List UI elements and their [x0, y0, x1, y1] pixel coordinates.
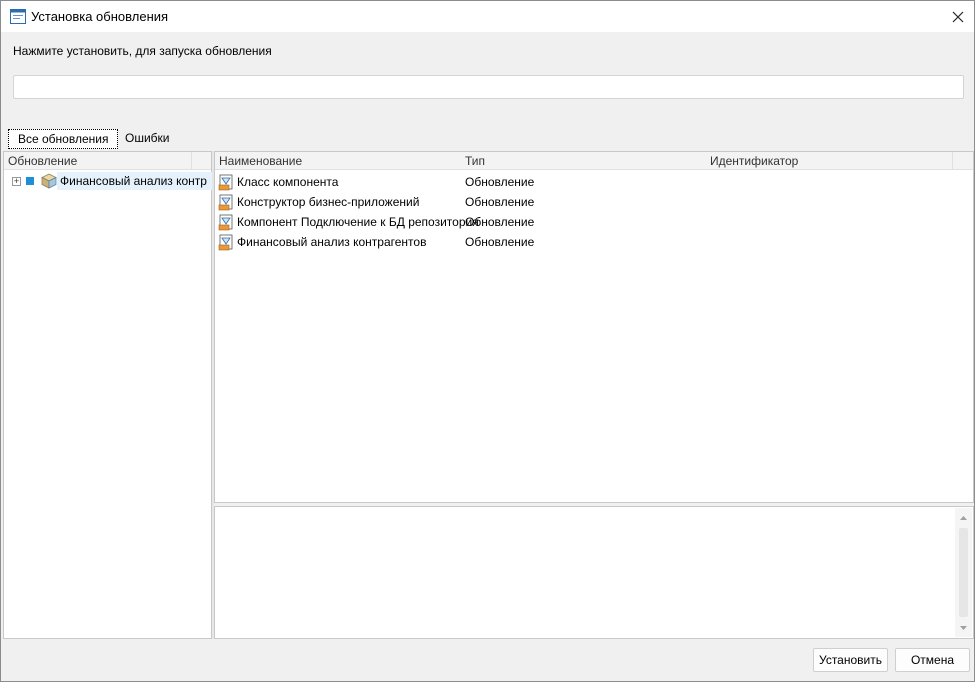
tab-all-updates[interactable]: Все обновления [8, 129, 119, 149]
component-icon [218, 174, 233, 191]
column-header-label: Тип [465, 154, 486, 168]
tree-item-label: Финансовый анализ контр [57, 172, 213, 190]
arrow-up-icon [960, 515, 967, 520]
column-header-filler [191, 152, 211, 170]
close-button[interactable] [942, 1, 974, 32]
cancel-button[interactable]: Отмена [895, 648, 970, 672]
scroll-track[interactable] [959, 528, 968, 617]
update-tree: Обновление + Финансовый анализ контр [3, 151, 213, 639]
update-install-dialog: Установка обновления Нажмите установить,… [0, 0, 975, 682]
column-header-label: Наименование [219, 154, 303, 168]
progress-bar [13, 75, 964, 99]
list-item[interactable]: Финансовый анализ контрагентов Обновлени… [215, 232, 955, 252]
list-item[interactable]: Класс компонента Обновление [215, 172, 955, 192]
status-square-icon [26, 177, 34, 185]
cell-type: Обновление [465, 215, 535, 229]
cell-name: Конструктор бизнес-приложений [237, 195, 420, 209]
scroll-down-button[interactable] [955, 619, 972, 636]
tree-item[interactable]: + Финансовый анализ контр [8, 172, 213, 190]
window-icon [10, 9, 26, 24]
title-bar: Установка обновления [1, 1, 974, 32]
vertical-scrollbar[interactable] [955, 508, 972, 637]
cell-name: Класс компонента [237, 175, 339, 189]
arrow-down-icon [960, 625, 967, 630]
instruction-text: Нажмите установить, для запуска обновлен… [13, 44, 272, 58]
cell-name: Компонент Подключение к БД репозитория [237, 215, 479, 229]
list-item[interactable]: Конструктор бизнес-приложений Обновление [215, 192, 955, 212]
column-header-type[interactable]: Тип [461, 152, 706, 170]
cell-type: Обновление [465, 175, 535, 189]
install-button[interactable]: Установить [813, 648, 888, 672]
column-header-name[interactable]: Наименование [215, 152, 461, 170]
details-panel[interactable] [214, 506, 974, 639]
expand-plus-icon[interactable]: + [12, 177, 21, 186]
cell-type: Обновление [465, 235, 535, 249]
component-icon [218, 214, 233, 231]
scroll-up-button[interactable] [955, 509, 972, 526]
package-cube-icon [41, 173, 57, 189]
component-icon [218, 194, 233, 211]
component-icon [218, 234, 233, 251]
column-header-update[interactable]: Обновление [4, 152, 191, 170]
close-icon [952, 11, 964, 22]
column-header-label: Идентификатор [710, 154, 799, 168]
column-header-filler [952, 152, 973, 170]
column-header-label: Обновление [8, 154, 78, 168]
column-header-id[interactable]: Идентификатор [706, 152, 952, 170]
cell-name: Финансовый анализ контрагентов [237, 235, 427, 249]
window-title: Установка обновления [31, 9, 169, 24]
cell-type: Обновление [465, 195, 535, 209]
components-list: Наименование Тип Идентификатор Класс ком… [214, 151, 974, 503]
tab-errors[interactable]: Ошибки [116, 129, 179, 149]
list-item[interactable]: Компонент Подключение к БД репозитория О… [215, 212, 955, 232]
